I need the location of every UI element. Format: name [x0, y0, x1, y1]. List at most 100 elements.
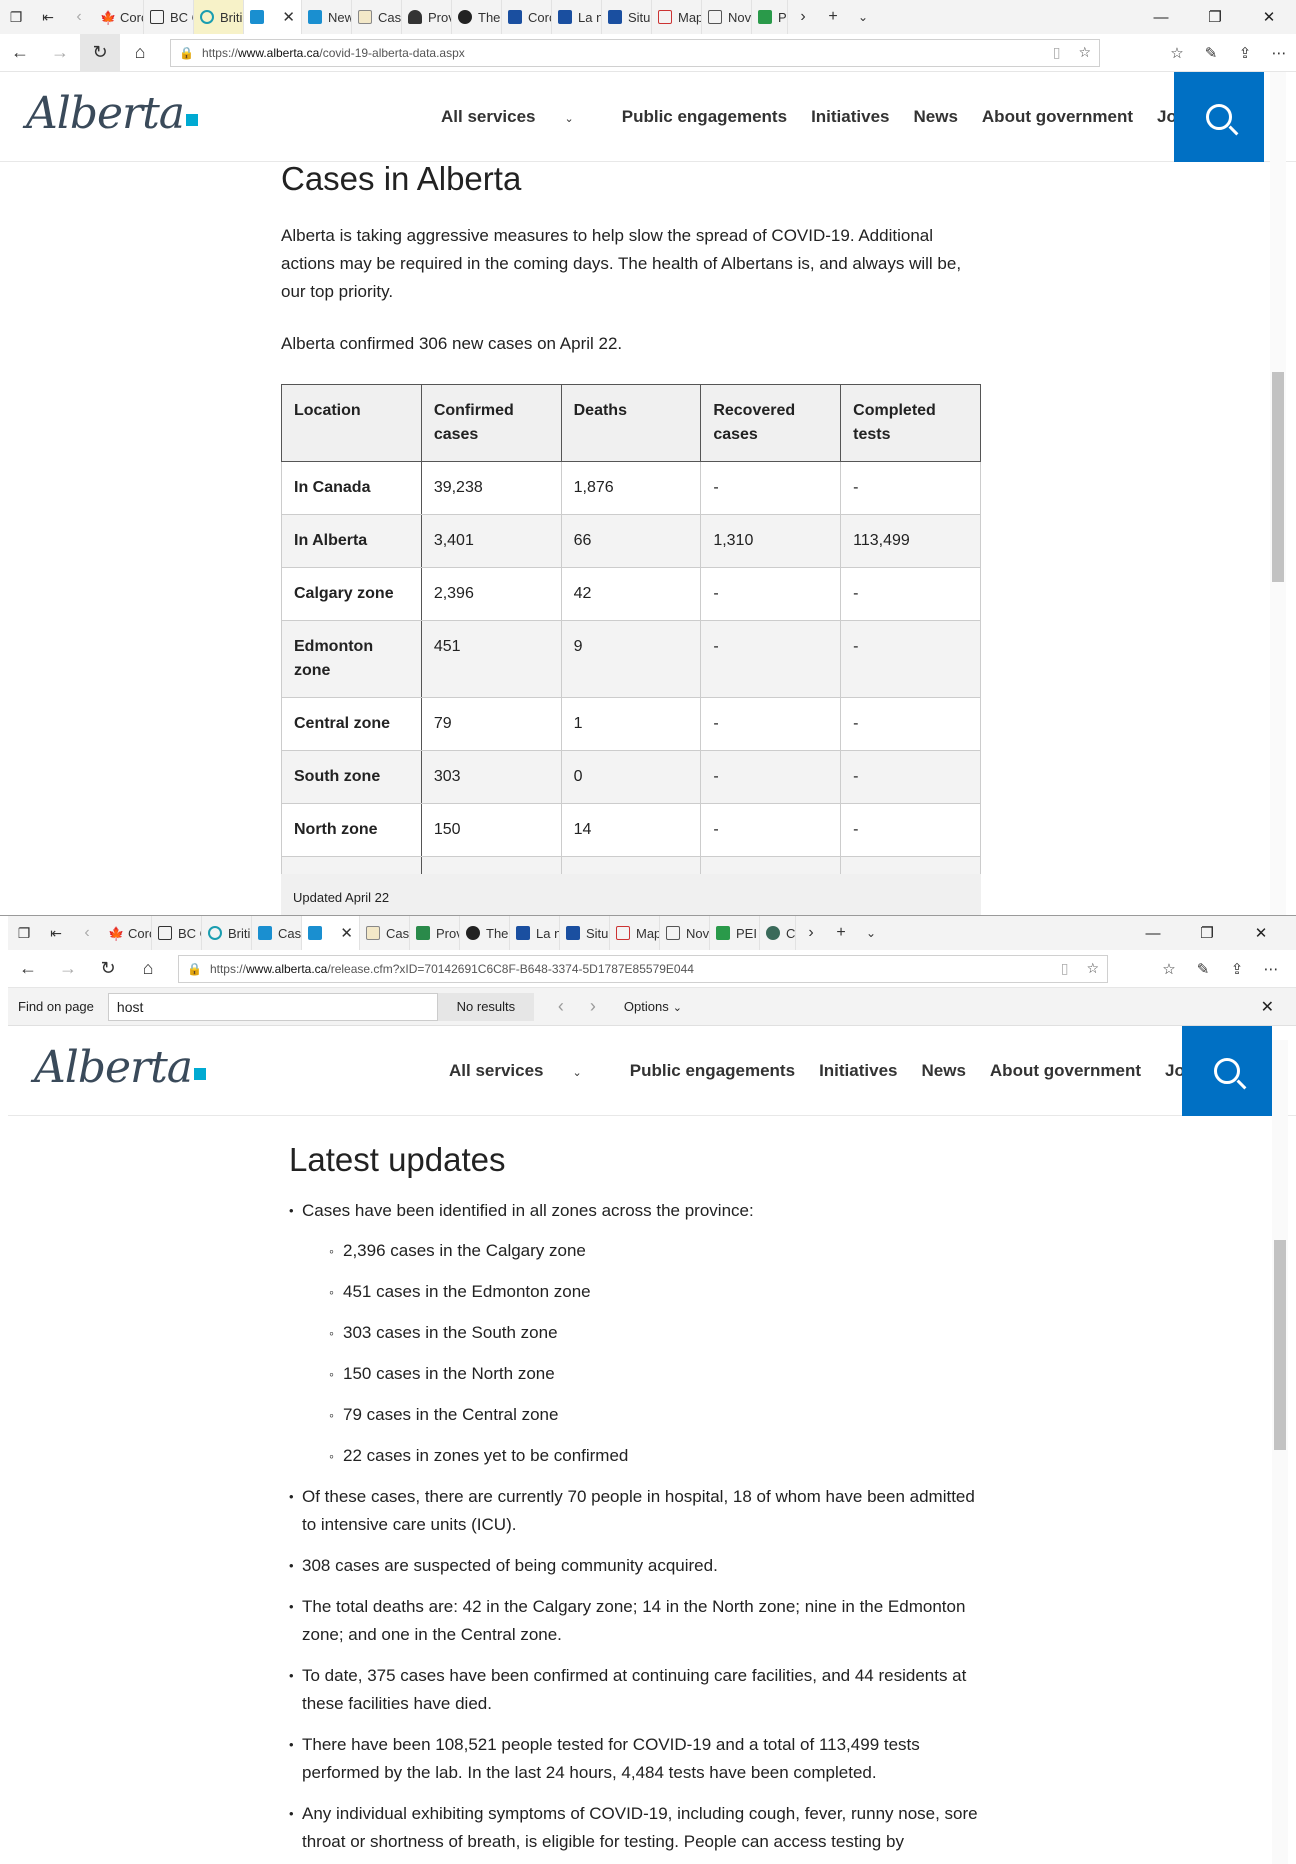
new-tab-icon[interactable]: +	[818, 0, 848, 34]
table-cell: -	[700, 620, 842, 698]
tab[interactable]: Briti	[202, 916, 252, 950]
share-icon[interactable]: ⇪	[1228, 34, 1262, 72]
favorite-star-icon[interactable]: ☆	[1078, 44, 1091, 61]
pen-notes-icon[interactable]: ✎	[1194, 34, 1228, 72]
menu-news[interactable]: News	[921, 1061, 965, 1081]
forward-arrow-icon[interactable]: →	[40, 34, 80, 72]
menu-about-government[interactable]: About government	[990, 1061, 1141, 1081]
site-search-button[interactable]	[1182, 1026, 1272, 1116]
scroll-tabs-left-icon[interactable]: ‹	[64, 0, 94, 34]
refresh-icon[interactable]: ↻	[80, 33, 120, 72]
tab[interactable]: The	[460, 916, 510, 950]
tab[interactable]: Case	[352, 0, 402, 34]
set-aside-tabs-icon[interactable]: ⇤	[40, 916, 72, 950]
tab-label: Situ	[586, 925, 609, 941]
tab[interactable]: C	[760, 916, 796, 950]
tab-active[interactable]: ✕	[302, 916, 360, 950]
tab[interactable]: Corc	[502, 0, 552, 34]
tab[interactable]: Map	[610, 916, 660, 950]
reading-view-icon[interactable]: ▯	[1053, 44, 1061, 61]
tab[interactable]: BC C	[144, 0, 194, 34]
tab[interactable]: Briti	[194, 0, 244, 34]
tab[interactable]: 🍁Corc	[102, 916, 152, 950]
scrollbar[interactable]	[1272, 1040, 1288, 1864]
back-arrow-icon[interactable]: ←	[8, 950, 48, 988]
table-cell: Central zone	[281, 697, 422, 751]
tab[interactable]: La n	[552, 0, 602, 34]
chevron-down-icon: ⌄	[672, 1002, 682, 1014]
table-cell: -	[700, 750, 842, 804]
tab-actions-icon[interactable]: ❐	[0, 0, 32, 34]
tab[interactable]: Prov	[410, 916, 460, 950]
tab[interactable]: Situ	[560, 916, 610, 950]
scroll-tabs-left-icon[interactable]: ‹	[72, 916, 102, 950]
close-find-icon[interactable]: ✕	[1261, 997, 1274, 1017]
tab[interactable]: Prov	[402, 0, 452, 34]
minimize-icon[interactable]: —	[1134, 0, 1188, 34]
find-prev-icon[interactable]: ‹	[558, 996, 564, 1017]
menu-news[interactable]: News	[913, 107, 957, 127]
close-window-icon[interactable]: ✕	[1234, 916, 1288, 950]
scroll-tabs-right-icon[interactable]: ›	[796, 916, 826, 950]
tab-list-chevron-icon[interactable]: ⌄	[856, 916, 886, 950]
scrollbar-thumb[interactable]	[1272, 372, 1284, 582]
find-input[interactable]: host	[107, 992, 438, 1021]
reading-view-icon[interactable]: ▯	[1061, 960, 1069, 977]
back-arrow-icon[interactable]: ←	[0, 34, 40, 72]
find-options-button[interactable]: Options ⌄	[624, 999, 682, 1014]
tab[interactable]: Nov	[660, 916, 710, 950]
url-field[interactable]: 🔒 https://www.alberta.ca/covid-19-albert…	[170, 38, 1100, 67]
tab[interactable]: Case	[252, 916, 302, 950]
tab[interactable]: Map	[652, 0, 702, 34]
more-menu-icon[interactable]: ⋯	[1262, 34, 1296, 72]
tab-active[interactable]: ✕	[244, 0, 302, 34]
menu-all-services[interactable]: All services ⌄	[441, 107, 598, 127]
tab-list-chevron-icon[interactable]: ⌄	[848, 0, 878, 34]
close-window-icon[interactable]: ✕	[1242, 0, 1296, 34]
tab[interactable]: Case	[360, 916, 410, 950]
find-next-icon[interactable]: ›	[590, 996, 596, 1017]
alberta-logo[interactable]: Alberta	[34, 1042, 206, 1093]
favorites-hub-icon[interactable]: ☆	[1152, 950, 1186, 988]
tab[interactable]: PEI C	[710, 916, 760, 950]
site-search-button[interactable]	[1174, 72, 1264, 162]
tab-actions-icon[interactable]: ❐	[8, 916, 40, 950]
favorites-hub-icon[interactable]: ☆	[1160, 34, 1194, 72]
tab[interactable]: New	[302, 0, 352, 34]
province-icon	[408, 10, 422, 24]
home-icon[interactable]: ⌂	[120, 34, 160, 72]
menu-initiatives[interactable]: Initiatives	[811, 107, 889, 127]
close-tab-icon[interactable]: ✕	[340, 924, 353, 942]
home-icon[interactable]: ⌂	[128, 950, 168, 988]
share-icon[interactable]: ⇪	[1220, 950, 1254, 988]
tab[interactable]: P	[752, 0, 788, 34]
more-menu-icon[interactable]: ⋯	[1254, 950, 1288, 988]
menu-public-engagements[interactable]: Public engagements	[630, 1061, 795, 1081]
scrollbar-thumb[interactable]	[1274, 1240, 1286, 1450]
tab[interactable]: 🍁Corc	[94, 0, 144, 34]
tab[interactable]: The	[452, 0, 502, 34]
scroll-tabs-right-icon[interactable]: ›	[788, 0, 818, 34]
minimize-icon[interactable]: —	[1126, 916, 1180, 950]
url-field[interactable]: 🔒 https://www.alberta.ca/release.cfm?xID…	[178, 954, 1108, 983]
restore-icon[interactable]: ❐	[1188, 0, 1242, 34]
menu-public-engagements[interactable]: Public engagements	[622, 107, 787, 127]
scrollbar[interactable]	[1270, 72, 1286, 915]
menu-all-services[interactable]: All services ⌄	[449, 1061, 606, 1081]
menu-initiatives[interactable]: Initiatives	[819, 1061, 897, 1081]
tab[interactable]: Situ	[602, 0, 652, 34]
alberta-logo[interactable]: Alberta	[26, 88, 198, 139]
restore-icon[interactable]: ❐	[1180, 916, 1234, 950]
close-tab-icon[interactable]: ✕	[282, 8, 295, 26]
forward-arrow-icon[interactable]: →	[48, 950, 88, 988]
quebec-flag-icon	[516, 926, 530, 940]
new-tab-icon[interactable]: +	[826, 916, 856, 950]
menu-about-government[interactable]: About government	[982, 107, 1133, 127]
tab[interactable]: BC C	[152, 916, 202, 950]
refresh-icon[interactable]: ↻	[88, 950, 128, 988]
tab[interactable]: Nov	[702, 0, 752, 34]
tab[interactable]: La n	[510, 916, 560, 950]
favorite-star-icon[interactable]: ☆	[1086, 960, 1099, 977]
set-aside-tabs-icon[interactable]: ⇤	[32, 0, 64, 34]
pen-notes-icon[interactable]: ✎	[1186, 950, 1220, 988]
